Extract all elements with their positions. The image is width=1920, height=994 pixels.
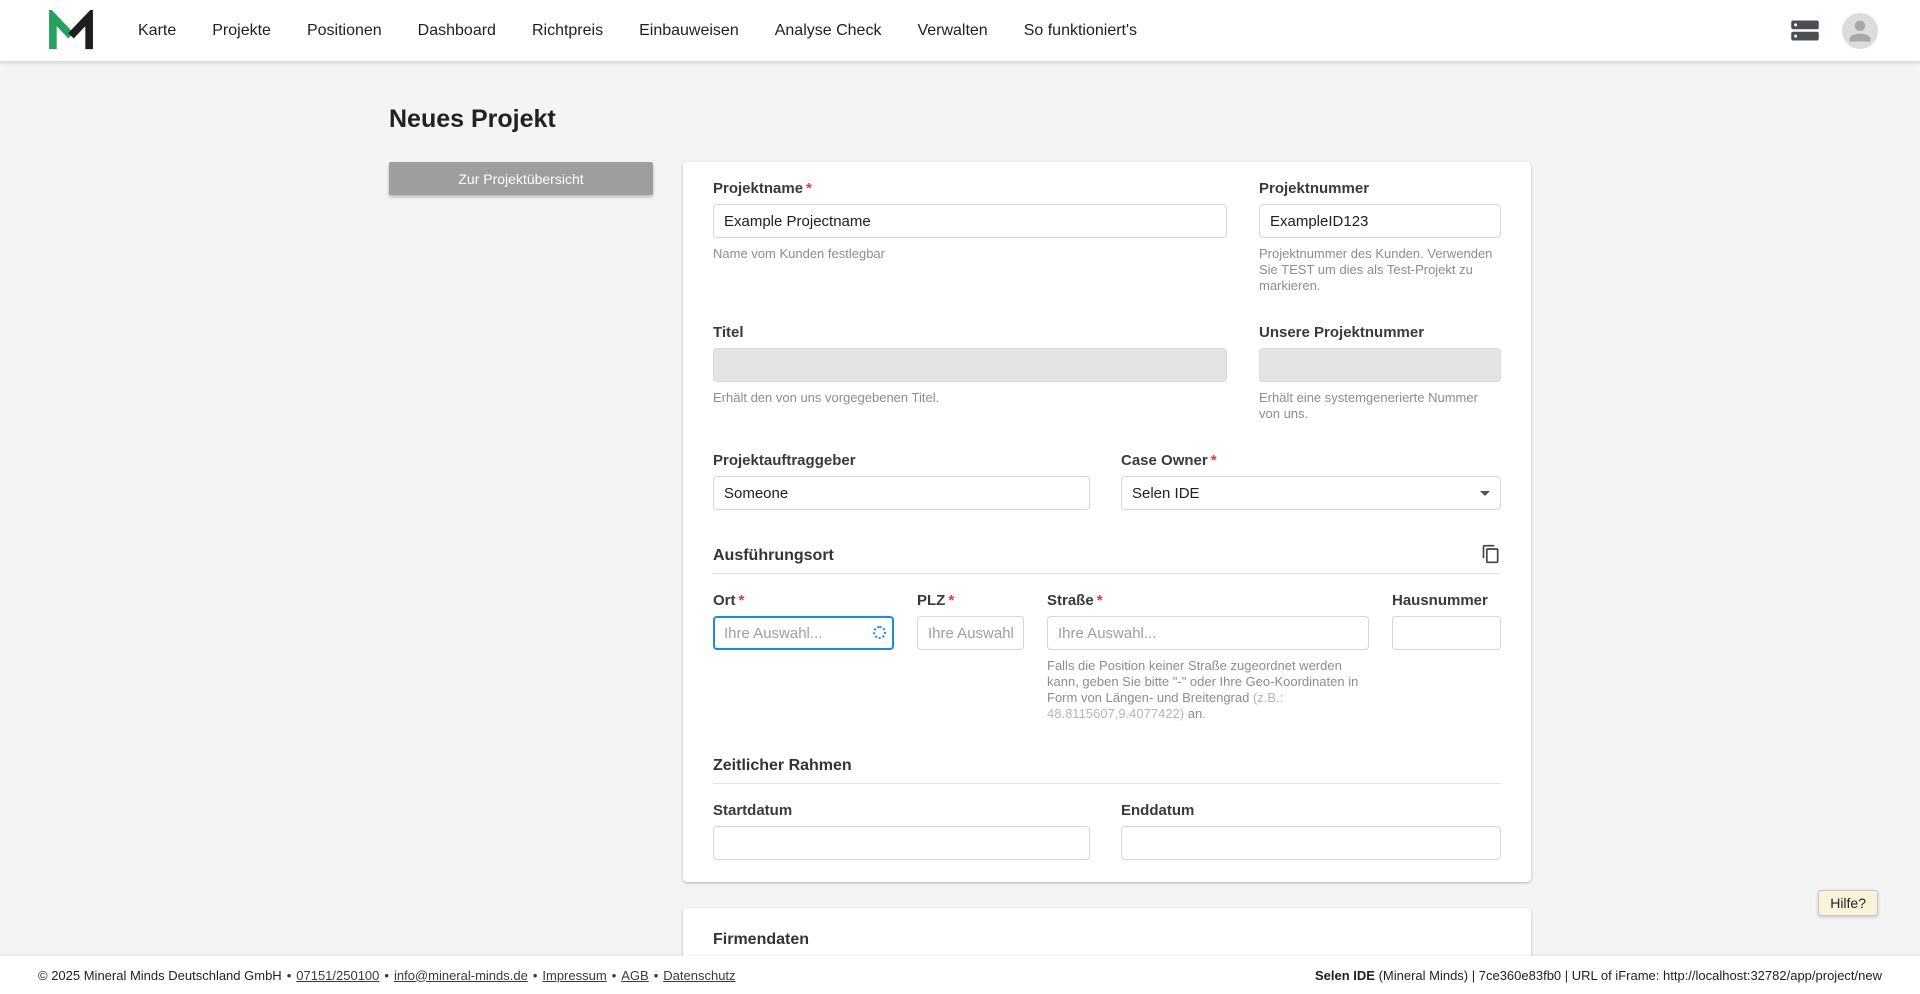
field-hausnummer: Hausnummer	[1392, 592, 1501, 722]
strasse-label: Straße *	[1047, 592, 1103, 609]
nav-item-projekte[interactable]: Projekte	[212, 22, 271, 40]
field-projektname: Projektname* Name vom Kunden festlegbar	[713, 180, 1227, 294]
navbar-right	[1790, 12, 1878, 49]
required-marker: *	[948, 592, 955, 609]
nav-item-positionen[interactable]: Positionen	[307, 22, 382, 40]
zeitlicher-rahmen-heading: Zeitlicher Rahmen	[713, 757, 852, 774]
help-button[interactable]: Hilfe?	[1818, 890, 1878, 916]
server-icon[interactable]	[1790, 19, 1820, 42]
firmendaten-heading: Firmendaten	[713, 931, 810, 948]
chevron-down-icon	[1480, 491, 1490, 496]
hausnummer-input[interactable]	[1392, 616, 1501, 650]
case-owner-label: Case Owner *	[1121, 452, 1217, 469]
titel-helper: Erhält den von uns vorgegebenen Titel.	[713, 390, 940, 405]
separator: •	[286, 967, 292, 983]
strasse-helper: Falls die Position keiner Straße zugeord…	[1047, 658, 1359, 721]
section-zeitlicher-rahmen: Zeitlicher Rahmen	[713, 756, 1501, 784]
required-marker: *	[1096, 592, 1103, 609]
plz-input[interactable]	[917, 616, 1024, 650]
enddatum-input[interactable]	[1121, 826, 1501, 860]
form-column: Projektname* Name vom Kunden festlegbar …	[683, 162, 1531, 974]
projektauftraggeber-label: Projektauftraggeber	[713, 452, 856, 469]
ort-input[interactable]	[713, 616, 894, 650]
loading-spinner-icon	[873, 626, 886, 639]
case-owner-value: Selen IDE	[1132, 484, 1200, 502]
titel-input	[713, 348, 1227, 382]
projektname-label: Projektname *	[713, 180, 812, 197]
copyright-text: © 2025 Mineral Minds Deutschland GmbH	[38, 967, 282, 983]
left-column: Zur Projektübersicht	[389, 162, 683, 195]
page-title: Neues Projekt	[389, 105, 556, 133]
project-overview-button[interactable]: Zur Projektübersicht	[389, 162, 653, 195]
nav-item-analyse-check[interactable]: Analyse Check	[775, 22, 882, 40]
hausnummer-label: Hausnummer	[1392, 592, 1488, 609]
footer-session-info: (Mineral Minds) | 7ce360e83fb0 | URL of …	[1374, 967, 1882, 983]
nav-item-dashboard[interactable]: Dashboard	[418, 22, 496, 40]
top-navbar: Karte Projekte Positionen Dashboard Rich…	[0, 0, 1920, 61]
required-marker: *	[1210, 452, 1217, 469]
enddatum-label: Enddatum	[1121, 802, 1195, 819]
field-enddatum: Enddatum	[1121, 802, 1501, 860]
page-content: Neues Projekt Zur Projektübersicht Proje…	[389, 61, 1531, 974]
footer-user-info: Selen IDE (Mineral Minds) | 7ce360e83fb0…	[1315, 968, 1882, 983]
copy-icon[interactable]	[1481, 544, 1501, 565]
strasse-input[interactable]	[1047, 616, 1369, 650]
required-marker: *	[806, 180, 812, 197]
projektnummer-input[interactable]	[1259, 204, 1501, 238]
startdatum-input[interactable]	[713, 826, 1090, 860]
section-ausfuehrungsort: Ausführungsort	[713, 544, 1501, 574]
section-firmendaten: Firmendaten	[713, 930, 1501, 958]
startdatum-label: Startdatum	[713, 802, 793, 819]
nav-item-einbauweisen[interactable]: Einbauweisen	[639, 22, 739, 40]
nav-item-karte[interactable]: Karte	[138, 22, 176, 40]
footer-left: © 2025 Mineral Minds Deutschland GmbH • …	[38, 968, 736, 983]
projektname-helper: Name vom Kunden festlegbar	[713, 246, 885, 261]
nav-item-richtpreis[interactable]: Richtpreis	[532, 22, 603, 40]
field-projektnummer: Projektnummer Projektnummer des Kunden. …	[1259, 180, 1501, 294]
field-plz: PLZ *	[917, 592, 1024, 722]
impressum-link[interactable]: Impressum	[542, 968, 606, 983]
ausfuehrungsort-heading: Ausführungsort	[713, 547, 834, 564]
mineral-minds-logo-icon[interactable]	[48, 9, 94, 52]
project-form-card: Projektname* Name vom Kunden festlegbar …	[683, 162, 1531, 882]
titel-label: Titel	[713, 324, 744, 341]
user-avatar[interactable]	[1842, 12, 1878, 49]
phone-link[interactable]: 07151/250100	[296, 968, 379, 983]
projektnummer-label: Projektnummer	[1259, 180, 1370, 197]
unsere-projektnummer-input	[1259, 348, 1501, 382]
projektnummer-helper: Projektnummer des Kunden. Verwenden Sie …	[1259, 246, 1493, 293]
page-footer: © 2025 Mineral Minds Deutschland GmbH • …	[0, 956, 1920, 994]
projektauftraggeber-input[interactable]	[713, 476, 1090, 510]
unsere-projektnummer-helper: Erhält eine systemgenerierte Nummer von …	[1259, 390, 1478, 421]
field-startdatum: Startdatum	[713, 802, 1090, 860]
field-projektauftraggeber: Projektauftraggeber	[713, 452, 1090, 510]
field-strasse: Straße* Falls die Position keiner Straße…	[1047, 592, 1369, 722]
footer-user-name: Selen IDE	[1314, 967, 1375, 983]
agb-link[interactable]: AGB	[621, 968, 648, 983]
projektname-input[interactable]	[713, 204, 1227, 238]
required-marker: *	[738, 592, 745, 609]
datenschutz-link[interactable]: Datenschutz	[663, 968, 735, 983]
field-case-owner: Case Owner * Selen IDE	[1121, 452, 1501, 510]
ort-label: Ort *	[713, 592, 745, 609]
case-owner-select[interactable]: Selen IDE	[1121, 476, 1501, 510]
plz-label: PLZ *	[917, 592, 955, 609]
field-titel: Titel Erhält den von uns vorgegebenen Ti…	[713, 324, 1227, 422]
field-unsere-projektnummer: Unsere Projektnummer Erhält eine systemg…	[1259, 324, 1501, 422]
separator: •	[384, 967, 389, 983]
field-ort: Ort *	[713, 592, 894, 722]
separator: •	[653, 967, 659, 983]
email-link[interactable]: info@mineral-minds.de	[394, 968, 528, 983]
unsere-projektnummer-label: Unsere Projektnummer	[1259, 324, 1425, 341]
nav-item-verwalten[interactable]: Verwalten	[917, 22, 987, 40]
separator: •	[532, 967, 538, 983]
main-nav: Karte Projekte Positionen Dashboard Rich…	[138, 22, 1790, 40]
separator: •	[611, 967, 617, 983]
nav-item-so-funktionierts[interactable]: So funktioniert's	[1024, 22, 1137, 40]
